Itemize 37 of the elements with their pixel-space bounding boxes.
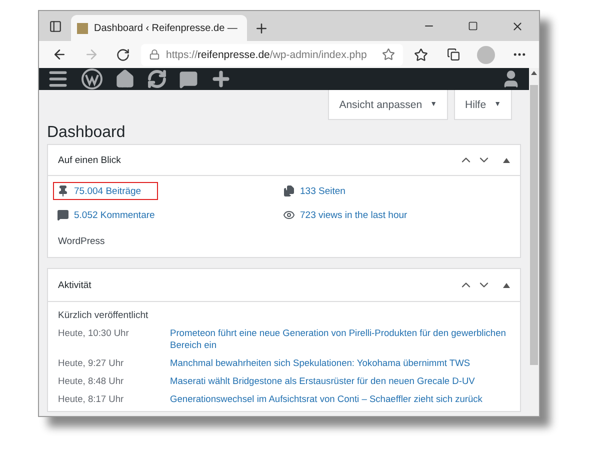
plus-icon[interactable]	[210, 68, 232, 90]
eye-icon	[283, 209, 295, 221]
post-link[interactable]: Prometeon führt eine neue Generation von Pirelli-Produkten für den gewerblichen Bereich ein	[170, 327, 510, 351]
stat-link[interactable]: 133 Seiten	[279, 182, 362, 200]
pin-icon	[57, 185, 69, 197]
browser-tab[interactable]: Dashboard ‹ Reifenpresse.de —	[71, 15, 247, 41]
collapse-icon[interactable]	[503, 158, 510, 162]
stat-link[interactable]: 5.052 Kommentare	[53, 206, 172, 224]
url-text: https://reifenpresse.de/wp-admin/index.php	[166, 48, 367, 60]
version-text: WordPress	[57, 235, 106, 249]
panel-title: Aktivität	[58, 280, 92, 290]
comment-icon[interactable]	[179, 70, 198, 88]
pages-icon	[283, 185, 295, 197]
home-icon[interactable]	[115, 69, 135, 89]
menu-icon[interactable]	[47, 68, 69, 90]
favicon-icon	[77, 22, 88, 34]
collapse-icon[interactable]	[503, 282, 510, 288]
page-title: Dashboard	[47, 124, 126, 142]
post-link[interactable]: Manchmal bewahrheiten sich Spekulationen: Yokohama übernimmt TWS	[170, 357, 510, 369]
refresh-icon[interactable]	[147, 69, 167, 89]
post-link[interactable]: Maserati wählt Bridgestone als Erstausrüster für den neuen Grecale D-UV	[170, 375, 510, 387]
section-heading: Kürzlich veröffentlicht	[57, 309, 150, 323]
scrollbar[interactable]	[529, 68, 539, 416]
stat-link[interactable]: 75.004 Beiträge	[53, 182, 158, 200]
address-field[interactable]: https://reifenpresse.de/wp-admin/index.php	[141, 44, 403, 66]
post-link[interactable]: Generationswechsel im Aufsichtsrat von Conti – Schaeffler zieht sich zurück	[170, 393, 510, 405]
post-time: Heute, 8:48 Uhr	[58, 375, 125, 387]
lock-icon	[149, 49, 160, 60]
post-time: Heute, 8:17 Uhr	[58, 393, 125, 405]
scroll-up-icon[interactable]	[531, 71, 537, 75]
comment-icon	[57, 209, 69, 221]
panel-title: Auf einen Blick	[58, 154, 121, 166]
stat-link[interactable]: 723 views in the last hour	[279, 206, 424, 224]
post-time: Heute, 10:30 Uhr	[58, 327, 130, 340]
star-icon[interactable]	[382, 48, 395, 61]
wordpress-logo-icon[interactable]	[81, 68, 103, 90]
post-time: Heute, 9:27 Uhr	[58, 357, 125, 369]
